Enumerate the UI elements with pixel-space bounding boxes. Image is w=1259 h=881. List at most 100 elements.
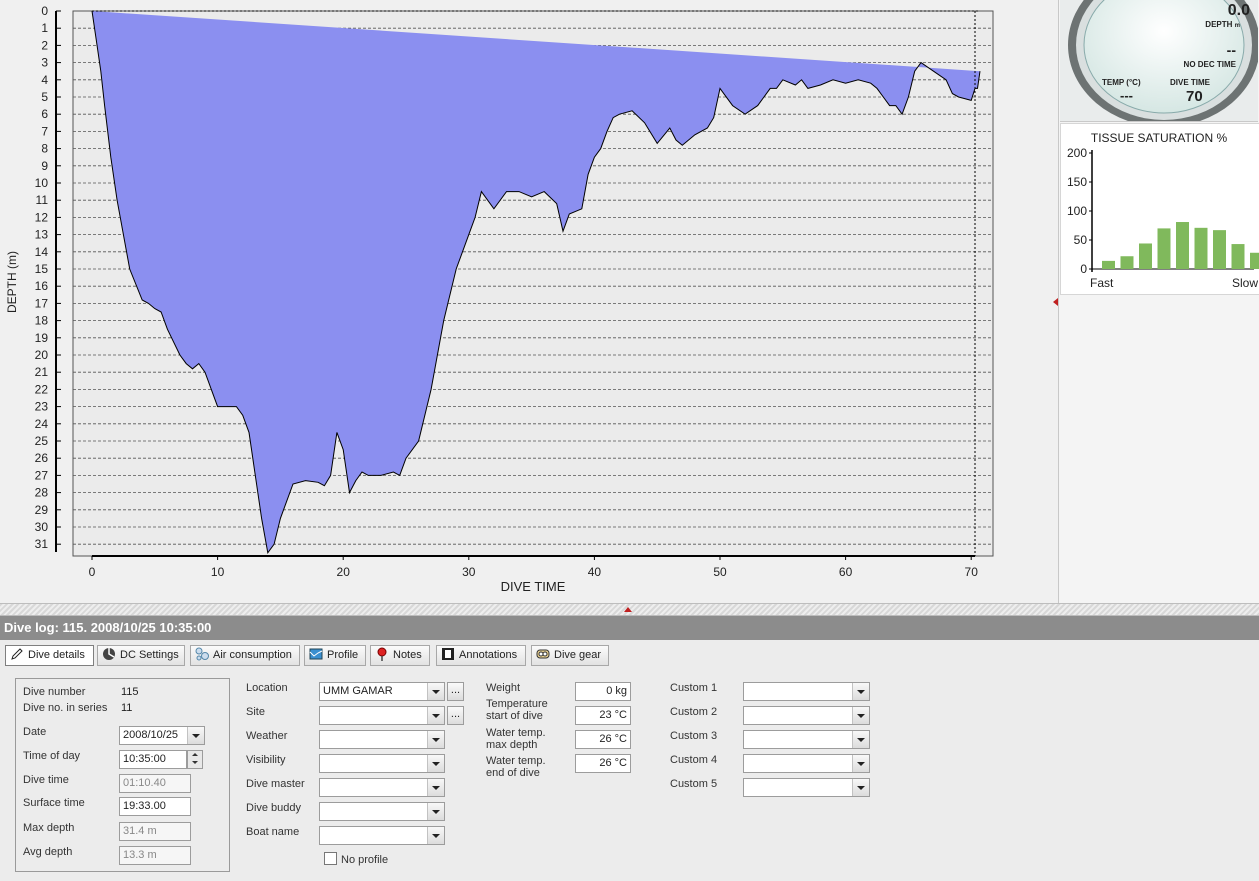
temp-max-input[interactable]: 26 °C [575, 730, 631, 749]
chevron-down-icon[interactable] [427, 755, 444, 772]
chevron-down-icon[interactable] [852, 779, 869, 796]
visibility-label: Visibility [246, 754, 286, 766]
surface-time-input[interactable]: 19:33.00 [119, 797, 191, 816]
chevron-down-icon[interactable] [852, 683, 869, 700]
tissue-bar [1194, 227, 1208, 269]
location-dropdown[interactable]: UMM GAMAR [319, 682, 445, 701]
collapse-arrow-icon[interactable] [1053, 298, 1058, 306]
y-tick-label: 19 [35, 331, 49, 345]
tissue-bar [1231, 244, 1245, 269]
boat-name-dropdown[interactable] [319, 826, 445, 845]
chevron-down-icon[interactable] [427, 731, 444, 748]
y-tick-label: 5 [41, 90, 48, 104]
x-axis-label: DIVE TIME [501, 579, 566, 594]
chevron-down-icon[interactable] [852, 755, 869, 772]
tab-dive-details[interactable]: Dive details [5, 645, 94, 666]
temp-end-label-line1: Water temp. [486, 755, 546, 767]
spin-down-icon[interactable] [188, 759, 202, 767]
y-tick-label: 7 [41, 124, 48, 138]
y-tick-label: 28 [35, 486, 49, 500]
y-tick-label: 23 [35, 400, 49, 414]
profile-icon [309, 648, 323, 660]
tab-dive-gear[interactable]: Dive gear [531, 645, 609, 666]
y-tick-label: 17 [35, 296, 49, 310]
splitter-arrow-icon[interactable] [624, 607, 632, 612]
tab-dc-settings[interactable]: DC Settings [97, 645, 185, 666]
custom-3-label: Custom 3 [670, 730, 718, 742]
location-label: Location [246, 682, 288, 694]
custom-1-label: Custom 1 [670, 682, 718, 694]
tissue-y-tick-label: 50 [1074, 233, 1088, 247]
y-tick-label: 12 [35, 210, 49, 224]
gauge-time-value: 70 [1186, 88, 1203, 105]
pane-splitter[interactable] [0, 603, 1259, 616]
site-dropdown[interactable] [319, 706, 445, 725]
chevron-down-icon[interactable] [852, 707, 869, 724]
weather-label: Weather [246, 730, 288, 742]
tab-label: DC Settings [120, 649, 179, 661]
y-tick-label: 27 [35, 468, 49, 482]
chevron-down-icon[interactable] [427, 683, 444, 700]
gauge-depth-label-text: DEPTH [1205, 20, 1233, 29]
visibility-dropdown[interactable] [319, 754, 445, 773]
chevron-down-icon[interactable] [187, 727, 204, 744]
x-tick-label: 40 [588, 565, 602, 579]
site-browse-button[interactable]: ... [447, 706, 464, 725]
tissue-y-tick-label: 200 [1067, 146, 1087, 160]
y-tick-label: 10 [35, 176, 49, 190]
tab-label: Dive gear [554, 649, 602, 661]
custom-5-label: Custom 5 [670, 778, 718, 790]
date-picker[interactable]: 2008/10/25 [119, 726, 205, 745]
tissue-bar [1213, 230, 1226, 269]
custom-3-dropdown[interactable] [743, 730, 870, 749]
custom-5-dropdown[interactable] [743, 778, 870, 797]
y-tick-label: 0 [41, 4, 48, 18]
x-tick-label: 20 [337, 565, 351, 579]
weight-input[interactable]: 0 kg [575, 682, 631, 701]
tab-label: Air consumption [213, 649, 292, 661]
location-browse-button[interactable]: ... [447, 682, 464, 701]
gauge-depth-label: DEPTH m [1160, 20, 1240, 29]
tab-air-consumption[interactable]: Air consumption [190, 645, 300, 666]
chevron-down-icon[interactable] [852, 731, 869, 748]
date-label: Date [23, 726, 47, 738]
temp-start-input[interactable]: 23 °C [575, 706, 631, 725]
dive-gear-icon [536, 649, 550, 659]
time-of-day-input[interactable]: 10:35:00 [119, 750, 187, 769]
y-tick-label: 20 [35, 348, 49, 362]
no-profile-checkbox[interactable] [324, 852, 337, 865]
custom-4-dropdown[interactable] [743, 754, 870, 773]
tab-profile[interactable]: Profile [304, 645, 366, 666]
tab-annotations[interactable]: Annotations [436, 645, 526, 666]
dive-master-dropdown[interactable] [319, 778, 445, 797]
temp-max-label-line2: max depth [486, 739, 538, 751]
chevron-down-icon[interactable] [427, 707, 444, 724]
custom-2-label: Custom 2 [670, 706, 718, 718]
weather-dropdown[interactable] [319, 730, 445, 749]
dive-buddy-dropdown[interactable] [319, 802, 445, 821]
temp-end-input[interactable]: 26 °C [575, 754, 631, 773]
tissue-chart-title: TISSUE SATURATION % [1091, 131, 1228, 145]
y-tick-label: 8 [41, 142, 48, 156]
tab-label: Profile [327, 649, 359, 661]
chevron-down-icon[interactable] [427, 779, 444, 796]
chevron-down-icon[interactable] [427, 827, 444, 844]
spin-up-icon[interactable] [188, 751, 202, 759]
time-spinner[interactable] [187, 750, 203, 769]
temp-end-label: Water temp. end of dive [486, 755, 546, 779]
chevron-down-icon[interactable] [427, 803, 444, 820]
tissue-y-tick-label: 0 [1080, 262, 1087, 276]
x-tick-label: 10 [211, 565, 225, 579]
custom-1-dropdown[interactable] [743, 682, 870, 701]
x-tick-label: 60 [839, 565, 853, 579]
tab-notes[interactable]: Notes [370, 645, 430, 666]
gauge-dec-label: NO DEC TIME [1183, 60, 1236, 69]
custom-2-dropdown[interactable] [743, 706, 870, 725]
tissue-slow-label: Slow [1232, 276, 1258, 290]
series-value: 11 [121, 702, 133, 714]
dive-master-label: Dive master [246, 778, 305, 790]
y-tick-label: 24 [35, 417, 49, 431]
dive-profile-chart[interactable]: 0123456789101112131415161718192021222324… [0, 0, 1058, 603]
tab-label: Annotations [459, 649, 518, 661]
max-depth-field: 31.4 m [119, 822, 191, 841]
